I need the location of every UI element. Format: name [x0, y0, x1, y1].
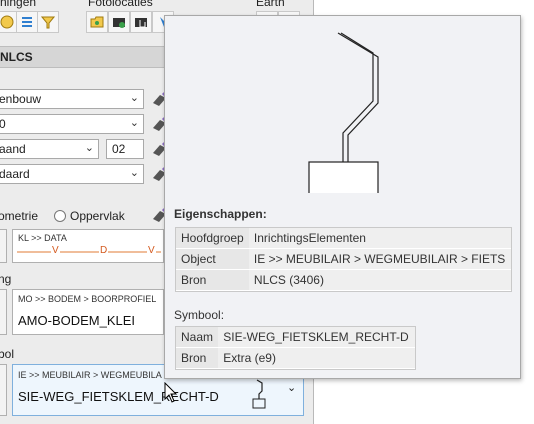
chevron-down-icon: ⌄ [84, 142, 94, 154]
line-style-side-arrow[interactable] [0, 229, 7, 263]
toolbar-button-3[interactable] [37, 11, 59, 33]
soil-side-arrow[interactable] [0, 289, 7, 335]
symbol-value: SIE-WEG_FIETSKLEM_RECHT-D [218, 327, 415, 348]
symbol-row: Bron Extra (e9) [176, 348, 415, 369]
folder-icon [90, 16, 104, 28]
level-input-value: 02 [112, 142, 126, 156]
chevron-down-icon: ⌄ [129, 167, 139, 179]
symbol-side-arrow[interactable] [0, 364, 7, 416]
mouse-pointer-icon [164, 382, 178, 403]
properties-table: Hoofdgroep InrichtingsElementen Object I… [175, 227, 512, 292]
photo-folder-button[interactable] [86, 11, 108, 33]
symbol-value: Extra (e9) [218, 348, 415, 369]
soil-card[interactable]: MO >> BODEM > BOORPROFIEL AMO-BODEM_KLEI [12, 289, 164, 335]
status-select[interactable]: aand ⌄ [0, 139, 99, 159]
camera-add-icon [113, 18, 125, 28]
line-style-card[interactable]: KL >> DATA V D V [12, 229, 164, 263]
property-value: NLCS (3406) [248, 270, 511, 291]
bike-rack-symbol-icon [308, 32, 379, 193]
hand-icon [135, 18, 147, 28]
line-marker: D [99, 245, 109, 256]
soil-label: ng [0, 272, 12, 286]
property-value: IE >> MEUBILAIR > WEGMEUBILAIR > FIETS [248, 249, 511, 270]
photo-add-button[interactable] [108, 11, 130, 33]
line-style-preview [17, 251, 161, 253]
area-radio[interactable] [54, 210, 66, 222]
line-marker: V [147, 245, 156, 256]
toolbar-group-label-earth: Earth [256, 0, 285, 9]
standard-select-value: daard [0, 167, 30, 181]
symbol-key: Naam [176, 327, 219, 348]
property-key: Bron [176, 270, 249, 291]
layers-icon [22, 17, 32, 27]
properties-title: Eigenschappen: [174, 207, 267, 221]
line-marker: V [51, 245, 60, 256]
layer-select[interactable]: enbouw ⌄ [0, 89, 144, 109]
standard-select[interactable]: daard ⌄ [0, 164, 144, 184]
chevron-down-icon: ⌄ [129, 92, 139, 104]
property-key: Hoofdgroep [176, 228, 249, 249]
symbol-info-popup: Eigenschappen: Hoofdgroep InrichtingsEle… [164, 15, 521, 379]
property-row: Hoofdgroep InrichtingsElementen [176, 228, 511, 249]
status-select-value: aand [0, 142, 26, 156]
toolbar-button-2[interactable] [16, 11, 38, 33]
symbol-name: SIE-WEG_FIETSKLEM_RECHT-D [18, 389, 219, 404]
bike-rack-symbol-icon [252, 379, 266, 409]
property-key: Object [176, 249, 249, 270]
line-style-path: KL >> DATA [18, 233, 67, 243]
level-input[interactable]: 02 [106, 139, 144, 159]
property-row: Bron NLCS (3406) [176, 270, 511, 291]
star-filter-icon [0, 15, 14, 29]
symbol-row: Naam SIE-WEG_FIETSKLEM_RECHT-D [176, 327, 415, 348]
color-select[interactable]: 0 ⌄ [0, 114, 144, 134]
symbol-key: Bron [176, 348, 219, 369]
property-row: Object IE >> MEUBILAIR > WEGMEUBILAIR > … [176, 249, 511, 270]
property-value: InrichtingsElementen [248, 228, 511, 249]
section-title: NLCS [0, 50, 33, 64]
soil-path: MO >> BODEM > BOORPROFIEL [18, 294, 157, 304]
area-radio-label: Oppervlak [70, 209, 125, 223]
chevron-down-icon: ⌄ [129, 117, 139, 129]
symbol-title: Symbool: [174, 308, 225, 322]
soil-name: AMO-BODEM_KLEI [18, 313, 136, 328]
symbol-label: bol [0, 347, 15, 361]
photo-hand-button[interactable] [130, 11, 152, 33]
symbol-path: IE >> MEUBILAIR > WEGMEUBILA [18, 370, 162, 380]
toolbar-group-label-photos: Fotolocaties [88, 0, 153, 9]
funnel-icon [41, 16, 55, 29]
layer-select-value: enbouw [0, 92, 42, 106]
symbol-table: Naam SIE-WEG_FIETSKLEM_RECHT-D Bron Extr… [175, 326, 416, 370]
chevron-down-icon[interactable]: ⌄ [287, 381, 296, 394]
geometry-label: ometrie [0, 209, 39, 223]
toolbar-group-label: ningen [0, 0, 37, 9]
color-select-value: 0 [0, 117, 6, 131]
